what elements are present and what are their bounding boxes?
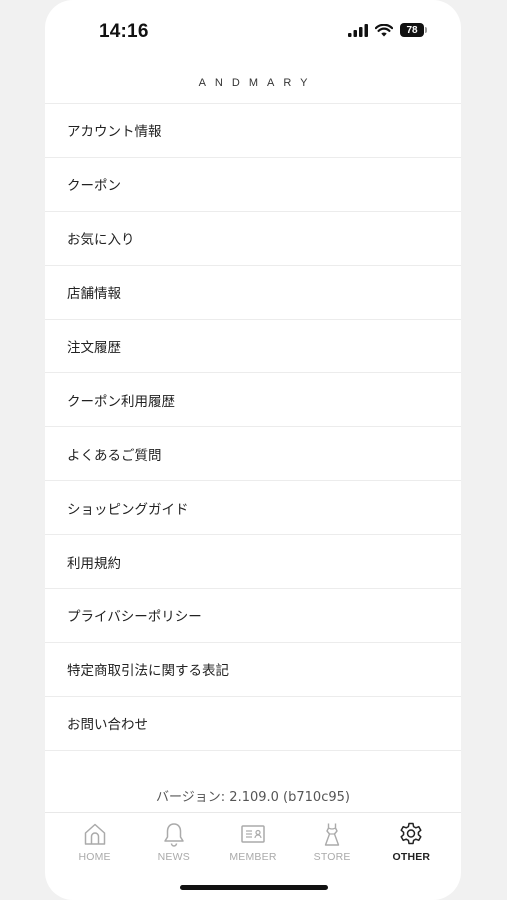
- bell-icon: [164, 823, 184, 847]
- menu-item-label: クーポン利用履歴: [67, 393, 175, 410]
- tab-home[interactable]: HOME: [60, 813, 130, 872]
- menu-item-label: お気に入り: [67, 232, 135, 249]
- tab-label: STORE: [313, 851, 351, 863]
- menu-item-label: 店舗情報: [67, 286, 121, 303]
- menu-item-terms[interactable]: 利用規約: [45, 535, 461, 590]
- menu-item-coupon[interactable]: クーポン: [45, 158, 461, 212]
- menu-item-label: よくあるご質問: [67, 447, 162, 464]
- menu-item-label: 注文履歴: [67, 340, 121, 356]
- brand-logo: ANDMARY: [198, 76, 317, 89]
- menu-item-favorites[interactable]: お気に入り: [45, 212, 461, 266]
- status-icons: 78: [348, 23, 427, 37]
- tab-label: OTHER: [392, 851, 431, 863]
- status-time: 14:16: [99, 21, 149, 42]
- brand-header: ANDMARY: [45, 62, 461, 104]
- tab-other[interactable]: OTHER: [376, 813, 446, 872]
- menu-item-account[interactable]: アカウント情報: [45, 104, 461, 158]
- tab-label: NEWS: [157, 851, 190, 863]
- menu-item-label: ショッピングガイド: [67, 501, 189, 518]
- battery-icon: 78: [400, 23, 427, 37]
- menu-item-faq[interactable]: よくあるご質問: [45, 427, 461, 482]
- app-version: バージョン: 2.109.0 (b710c95): [156, 790, 350, 805]
- menu-item-label: クーポン: [67, 178, 121, 195]
- menu-item-shopping-guide[interactable]: ショッピングガイド: [45, 481, 461, 536]
- tab-store[interactable]: STORE: [297, 813, 367, 872]
- menu-item-commercial-law[interactable]: 特定商取引法に関する表記: [45, 643, 461, 697]
- tab-bar: HOME NEWS MEMBER STORE OTHER: [45, 812, 461, 872]
- menu-item-label: 利用規約: [67, 555, 121, 572]
- tab-label: MEMBER: [229, 851, 277, 863]
- battery-level: 78: [400, 23, 424, 37]
- tab-news[interactable]: NEWS: [139, 813, 209, 872]
- cellular-signal-icon: [348, 23, 368, 37]
- menu-item-order-history[interactable]: 注文履歴: [45, 320, 461, 374]
- menu-item-label: 特定商取引法に関する表記: [67, 663, 229, 680]
- home-indicator: [180, 885, 328, 890]
- phone-screen: 14:16 78 ANDMARY アカウント情報 クーポン お気に入り 店舗情報…: [45, 0, 461, 900]
- menu-list: アカウント情報 クーポン お気に入り 店舗情報 注文履歴 クーポン利用履歴 よく…: [45, 104, 461, 751]
- tab-label: HOME: [78, 851, 111, 863]
- menu-item-label: アカウント情報: [67, 124, 162, 141]
- menu-item-store-info[interactable]: 店舗情報: [45, 266, 461, 320]
- status-bar: 14:16 78: [45, 0, 461, 60]
- dress-icon: [324, 823, 340, 846]
- tab-member[interactable]: MEMBER: [218, 813, 288, 872]
- member-card-icon: [241, 825, 265, 843]
- menu-item-coupon-history[interactable]: クーポン利用履歴: [45, 373, 461, 428]
- menu-item-label: お問い合わせ: [67, 717, 148, 734]
- wifi-icon: [375, 23, 393, 36]
- home-icon: [84, 823, 105, 845]
- menu-item-label: プライバシーポリシー: [67, 609, 202, 626]
- gear-icon: [400, 822, 422, 845]
- menu-item-privacy-policy[interactable]: プライバシーポリシー: [45, 589, 461, 643]
- menu-item-contact[interactable]: お問い合わせ: [45, 697, 461, 751]
